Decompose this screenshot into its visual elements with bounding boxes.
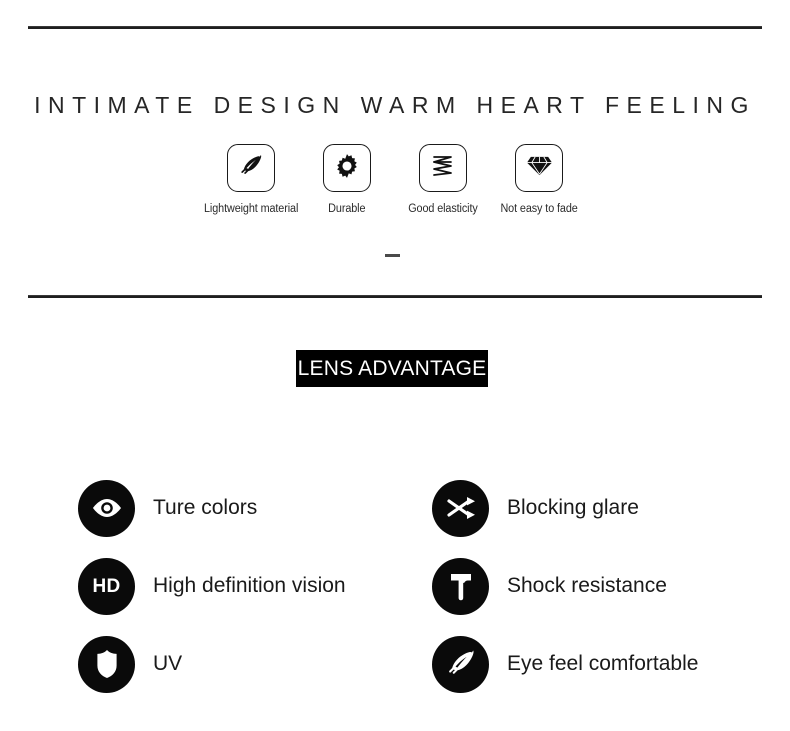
advantage-label: Eye feel comfortable (507, 652, 699, 675)
feature-item-elasticity: Good elasticity (395, 144, 491, 215)
banner-title: LENS ADVANTAGE (297, 356, 487, 380)
feather-icon (238, 153, 264, 184)
advantage-item-shock-resistance: Shock resistance (432, 546, 786, 626)
advantage-label: High definition vision (153, 574, 346, 597)
advantage-item-uv: UV (78, 626, 432, 702)
shield-icon (78, 635, 135, 693)
feather-icon (432, 635, 489, 693)
advantage-label: Shock resistance (507, 574, 667, 597)
shuffle-arrows-icon (432, 479, 489, 537)
feature-label: Durable (328, 203, 366, 215)
advantage-item-blocking-glare: Blocking glare (432, 470, 786, 546)
advantage-item-true-colors: Ture colors (78, 470, 432, 546)
divider-bottom (28, 295, 762, 298)
feature-label: Good elasticity (408, 203, 478, 215)
feature-icon-box (227, 144, 275, 192)
advantage-label: Blocking glare (507, 496, 639, 519)
advantage-label: UV (153, 652, 183, 675)
hd-badge-icon: HD (78, 557, 135, 615)
feature-strip: Lightweight material Durable Good elasti… (0, 144, 790, 215)
page-title: INTIMATE DESIGN WARM HEART FEELING (34, 92, 756, 118)
advantages-grid: Ture colors Blocking glare HD High defin… (0, 470, 790, 702)
gear-icon (333, 152, 361, 185)
feature-item-not-fade: Not easy to fade (491, 144, 587, 215)
feature-icon-box (515, 144, 563, 192)
advantage-item-eye-comfort: Eye feel comfortable (432, 626, 786, 702)
feature-label: Not easy to fade (500, 203, 578, 215)
eye-icon (78, 479, 135, 537)
diamond-icon (526, 153, 553, 183)
feature-item-lightweight: Lightweight material (203, 144, 299, 215)
zigzag-spring-icon (430, 152, 456, 185)
feature-icon-box (323, 144, 371, 192)
lens-advantage-banner: LENS ADVANTAGE (296, 350, 488, 387)
advantage-item-high-definition: HD High definition vision (78, 546, 432, 626)
dash-separator (385, 254, 400, 257)
feature-item-durable: Durable (299, 144, 395, 215)
feature-label: Lightweight material (203, 203, 299, 215)
feature-icon-box (419, 144, 467, 192)
hammer-icon (432, 557, 489, 615)
hd-badge-text: HD (92, 575, 121, 597)
divider-top (28, 26, 762, 29)
advantage-label: Ture colors (153, 496, 258, 519)
